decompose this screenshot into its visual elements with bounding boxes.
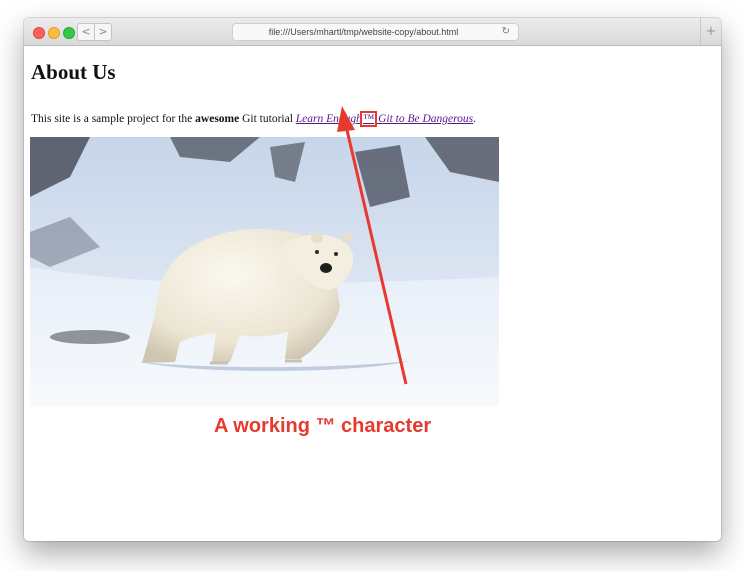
polar-bear-image: [30, 137, 499, 406]
annotation-label: A working ™ character: [214, 415, 432, 437]
url-text: file:///Users/mhartl/tmp/website-copy/ab…: [268, 27, 459, 37]
reload-icon[interactable]: ↻: [502, 24, 510, 40]
address-bar[interactable]: file:///Users/mhartl/tmp/website-copy/ab…: [232, 23, 519, 41]
page-content: About Us This site is a sample project f…: [24, 46, 721, 541]
forward-button[interactable]: >: [94, 23, 112, 41]
new-tab-button[interactable]: +: [700, 18, 721, 45]
browser-window: < > file:///Users/mhartl/tmp/website-cop…: [24, 18, 721, 541]
intro-suffix: .: [473, 113, 477, 125]
title-bar: < > file:///Users/mhartl/tmp/website-cop…: [24, 18, 721, 46]
tutorial-link[interactable]: Learn Enough™ Git to Be Dangerous: [295, 111, 474, 127]
close-window-button[interactable]: [33, 27, 45, 39]
trademark-symbol: ™: [359, 111, 378, 127]
intro-prefix: This site is a sample project for the: [31, 113, 196, 125]
back-button[interactable]: <: [77, 23, 95, 41]
zoom-window-button[interactable]: [63, 27, 75, 39]
intro-middle: Git tutorial: [239, 113, 296, 125]
intro-bold: awesome: [195, 113, 240, 125]
page-title: About Us: [31, 60, 116, 84]
minimize-window-button[interactable]: [48, 27, 60, 39]
link-part-1: Learn Enough: [295, 113, 362, 125]
intro-paragraph: This site is a sample project for the aw…: [31, 111, 477, 127]
link-part-2: Git to Be Dangerous: [375, 113, 474, 125]
